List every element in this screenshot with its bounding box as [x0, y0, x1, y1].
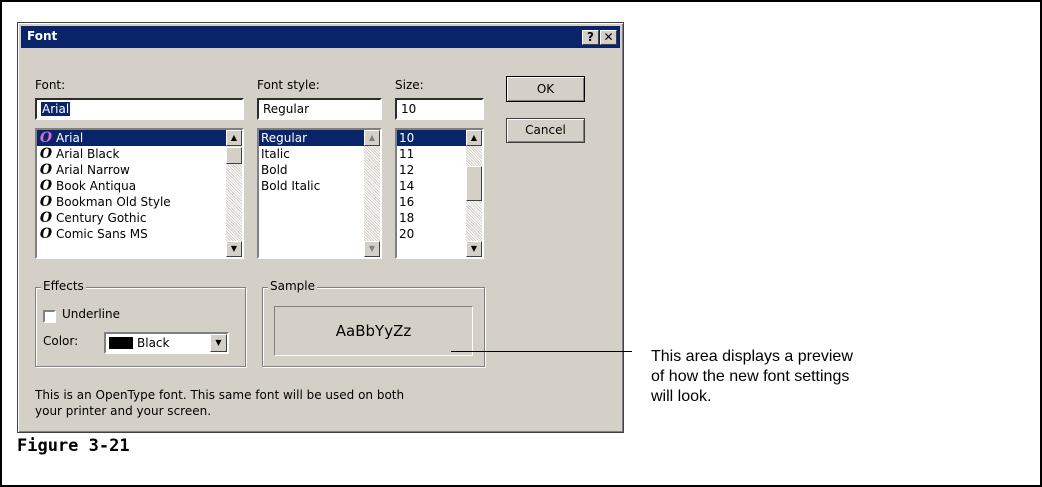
- underline-checkbox[interactable]: [43, 310, 56, 323]
- font-list-item-label: Century Gothic: [56, 211, 147, 225]
- font-list-item[interactable]: O Book Antiqua: [37, 178, 242, 194]
- font-list-item[interactable]: O Arial Black: [37, 146, 242, 162]
- font-list-item-label: Comic Sans MS: [56, 227, 148, 241]
- size-list-scrollbar[interactable]: ▲ ▼: [466, 130, 482, 257]
- font-input-value: Arial: [41, 102, 71, 116]
- opentype-font-icon: O: [39, 130, 53, 146]
- font-style-label: Font style:: [257, 78, 320, 92]
- title-bar: Font ? ✕: [21, 26, 620, 48]
- font-list-item-label: Arial Narrow: [56, 163, 130, 177]
- color-label: Color:: [43, 334, 79, 348]
- style-list-item-label: Italic: [261, 147, 290, 161]
- opentype-font-icon: O: [39, 210, 53, 226]
- scroll-up-icon[interactable]: ▲: [226, 130, 242, 146]
- callout-line-1: This area displays a preview: [651, 348, 853, 365]
- description-line-2: your printer and your screen.: [35, 404, 212, 418]
- sample-text: AaBbYyZz: [335, 322, 412, 340]
- scroll-thumb[interactable]: [466, 166, 482, 201]
- font-list-item-label: Arial: [56, 131, 84, 145]
- font-style-input-value: Regular: [263, 102, 310, 116]
- size-list-item-label: 10: [399, 131, 415, 145]
- ok-button[interactable]: OK: [506, 76, 585, 102]
- style-list-item-label: Bold: [261, 163, 288, 177]
- font-list-item-label: Arial Black: [56, 147, 120, 161]
- font-style-input[interactable]: Regular: [257, 98, 382, 120]
- font-label: Font:: [35, 78, 66, 92]
- size-list-item-label: 11: [399, 147, 415, 161]
- size-input[interactable]: 10: [395, 98, 484, 120]
- description-line-1: This is an OpenType font. This same font…: [35, 388, 405, 402]
- callout-text: This area displays a preview of how the …: [651, 347, 951, 407]
- style-list-item-label: Regular: [261, 131, 308, 145]
- size-list-item-label: 20: [399, 227, 415, 241]
- style-list-item[interactable]: Bold Italic: [259, 178, 380, 194]
- opentype-font-icon: O: [39, 226, 53, 242]
- callout-line: [451, 351, 632, 352]
- style-list-item[interactable]: Italic: [259, 146, 380, 162]
- font-list[interactable]: O Arial O Arial Black O Arial Narrow O Book Ant…: [35, 128, 244, 259]
- size-label: Size:: [395, 78, 424, 92]
- font-list-item[interactable]: O Arial Narrow: [37, 162, 242, 178]
- font-list-item[interactable]: O Century Gothic: [37, 210, 242, 226]
- scroll-down-icon[interactable]: ▼: [364, 241, 380, 257]
- scroll-thumb[interactable]: [226, 147, 242, 164]
- style-list-item-label: Bold Italic: [261, 179, 321, 193]
- font-description: This is an OpenType font. This same font…: [35, 387, 475, 419]
- size-list[interactable]: 10 11 12 14 16 18 20 ▲ ▼: [395, 128, 484, 259]
- sample-title: Sample: [268, 279, 317, 293]
- cancel-button[interactable]: Cancel: [506, 118, 585, 143]
- font-list-item-label: Book Antiqua: [56, 179, 137, 193]
- size-list-item-label: 12: [399, 163, 415, 177]
- font-style-list-scrollbar[interactable]: ▲ ▼: [364, 130, 380, 257]
- scroll-down-icon[interactable]: ▼: [226, 241, 242, 257]
- size-list-item-label: 16: [399, 195, 415, 209]
- font-dialog: Font ? ✕ Font: Arial O Arial O Arial Black O…: [17, 22, 624, 433]
- opentype-font-icon: O: [39, 162, 53, 178]
- color-select[interactable]: Black ▼: [104, 332, 229, 354]
- opentype-font-icon: O: [39, 178, 53, 194]
- font-style-list[interactable]: Regular Italic Bold Bold Italic ▲ ▼: [257, 128, 382, 259]
- effects-title: Effects: [41, 279, 86, 293]
- help-button[interactable]: ?: [582, 30, 599, 45]
- sample-preview: AaBbYyZz: [274, 306, 473, 356]
- style-list-item[interactable]: Bold: [259, 162, 380, 178]
- callout-line-3: will look.: [651, 388, 712, 405]
- figure-caption: Figure 3-21: [17, 436, 130, 456]
- scroll-up-icon[interactable]: ▲: [466, 130, 482, 146]
- callout-line-2: of how the new font settings: [651, 368, 850, 385]
- chevron-down-icon[interactable]: ▼: [210, 334, 227, 352]
- font-list-item[interactable]: O Bookman Old Style: [37, 194, 242, 210]
- scroll-up-icon[interactable]: ▲: [364, 130, 380, 146]
- opentype-font-icon: O: [39, 146, 53, 162]
- effects-group: [35, 287, 246, 367]
- color-swatch: [109, 337, 133, 349]
- font-list-item[interactable]: O Arial: [37, 130, 242, 146]
- dialog-title: Font: [27, 29, 58, 43]
- color-select-value: Black: [137, 336, 170, 350]
- style-list-item[interactable]: Regular: [259, 130, 380, 146]
- size-list-item-label: 18: [399, 211, 415, 225]
- underline-label: Underline: [62, 307, 120, 321]
- opentype-font-icon: O: [39, 194, 53, 210]
- close-button[interactable]: ✕: [600, 30, 617, 45]
- scroll-down-icon[interactable]: ▼: [466, 241, 482, 257]
- font-list-item-label: Bookman Old Style: [56, 195, 171, 209]
- font-list-scrollbar[interactable]: ▲ ▼: [226, 130, 242, 257]
- size-input-value: 10: [401, 102, 417, 116]
- font-list-item[interactable]: O Comic Sans MS: [37, 226, 242, 242]
- size-list-item-label: 14: [399, 179, 415, 193]
- font-input[interactable]: Arial: [35, 98, 244, 120]
